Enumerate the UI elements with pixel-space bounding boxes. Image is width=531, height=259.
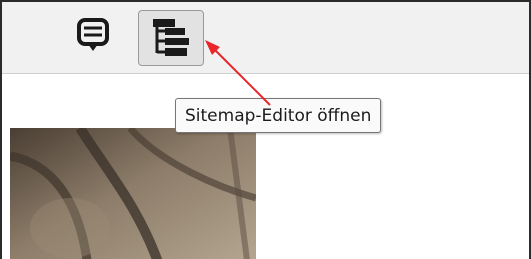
window-frame: Sitemap-Editor öffnen [0, 0, 531, 259]
comment-button[interactable] [67, 10, 119, 62]
sitemap-editor-button[interactable] [138, 10, 204, 66]
tooltip-text: Sitemap-Editor öffnen [185, 105, 372, 126]
tooltip: Sitemap-Editor öffnen [175, 98, 382, 133]
church-vault-photo [10, 128, 256, 259]
sitemap-tree-icon [153, 19, 189, 56]
comment-icon [77, 18, 109, 51]
toolbar [2, 2, 529, 74]
